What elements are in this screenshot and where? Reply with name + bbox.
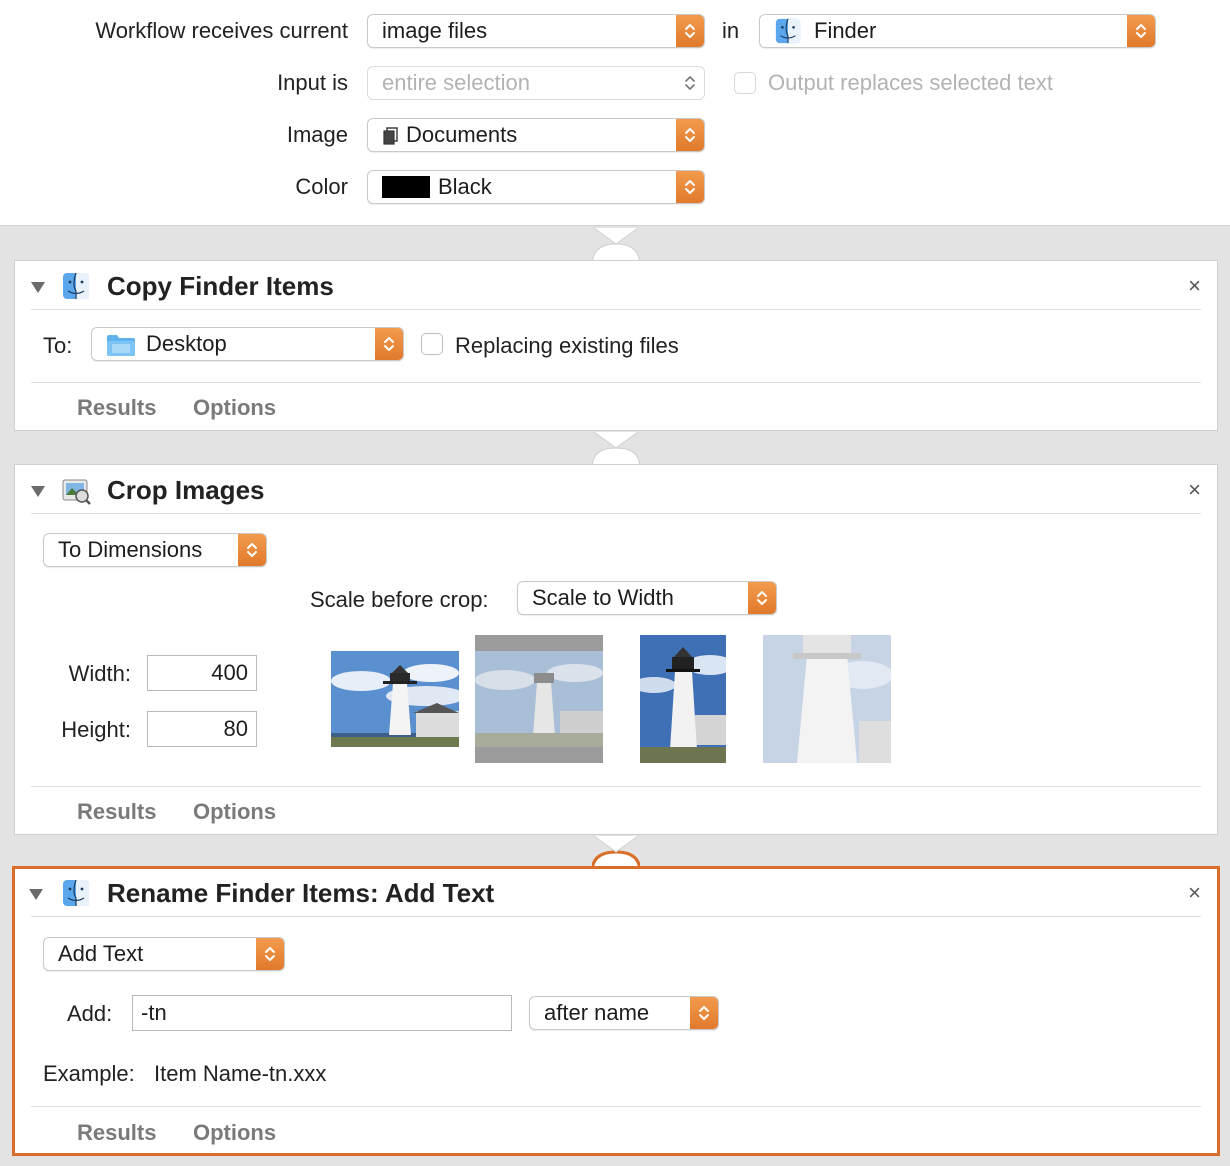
in-label: in: [722, 18, 740, 43]
crop-preview-cropped: [640, 635, 726, 763]
close-icon[interactable]: ×: [1188, 273, 1201, 299]
width-field[interactable]: 400: [147, 655, 257, 691]
chevron-updown-icon: [748, 582, 776, 614]
color-label: Color: [295, 174, 348, 199]
input-popup[interactable]: entire selection: [367, 66, 705, 100]
image-label: Image: [286, 122, 348, 147]
scale-popup[interactable]: Scale to Width: [517, 581, 777, 615]
scale-before-crop-label: Scale before crop:: [310, 587, 489, 612]
input-label: Input is: [277, 70, 348, 95]
divider: [31, 1106, 1201, 1107]
position-value: after name: [544, 1000, 650, 1025]
chevron-updown-icon: [676, 171, 704, 203]
disclosure-triangle-icon[interactable]: [29, 483, 47, 499]
height-field[interactable]: 80: [147, 711, 257, 747]
options-tab[interactable]: Options: [193, 395, 276, 421]
image-value: Documents: [406, 122, 518, 147]
output-replaces-checkbox[interactable]: [734, 72, 756, 94]
color-value: Black: [438, 174, 492, 199]
crop-mode-popup[interactable]: To Dimensions: [43, 533, 267, 567]
height-label: Height:: [61, 717, 131, 742]
action-title: Rename Finder Items: Add Text: [107, 878, 495, 908]
receives-value: image files: [382, 18, 488, 43]
to-label: To:: [43, 333, 73, 358]
chevron-updown-icon: [256, 938, 284, 970]
finder-icon: [61, 271, 91, 301]
width-label: Width:: [68, 661, 131, 686]
example-value: Item Name-tn.xxx: [154, 1061, 327, 1086]
chevron-updown-icon: [676, 119, 704, 151]
results-tab[interactable]: Results: [77, 395, 156, 421]
chevron-updown-icon: [1127, 15, 1155, 47]
chevron-updown-icon: [238, 534, 266, 566]
divider: [31, 513, 1201, 514]
destination-value: Desktop: [146, 331, 227, 356]
crop-preview-original: [331, 651, 459, 747]
rename-mode-value: Add Text: [58, 941, 144, 966]
scale-value: Scale to Width: [532, 585, 674, 610]
rename-finder-items-action: Rename Finder Items: Add Text × Add Text…: [12, 866, 1220, 1156]
crop-preview-result: [763, 635, 891, 763]
add-text-field[interactable]: -tn: [132, 995, 512, 1031]
divider: [31, 916, 1201, 917]
close-icon[interactable]: ×: [1188, 477, 1201, 503]
chevron-updown-icon: [676, 66, 705, 100]
disclosure-triangle-icon[interactable]: [29, 279, 47, 295]
output-replaces-label: Output replaces selected text: [768, 70, 1053, 95]
folder-icon: [106, 333, 136, 357]
disclosure-triangle-icon[interactable]: [27, 886, 45, 902]
finder-icon: [774, 17, 802, 45]
chevron-updown-icon: [676, 15, 704, 47]
position-popup[interactable]: after name: [529, 996, 719, 1030]
results-tab[interactable]: Results: [77, 799, 156, 825]
copy-finder-items-action: Copy Finder Items × To: Desktop Replacin…: [14, 260, 1218, 431]
workflow-settings: Workflow receives current image files in…: [0, 0, 1230, 226]
divider: [31, 309, 1201, 310]
application-value: Finder: [814, 18, 877, 43]
application-popup[interactable]: Finder: [759, 14, 1156, 48]
action-title: Crop Images: [107, 475, 265, 505]
chevron-updown-icon: [690, 997, 718, 1029]
receives-popup[interactable]: image files: [367, 14, 705, 48]
destination-popup[interactable]: Desktop: [91, 327, 404, 361]
divider: [31, 382, 1201, 383]
preview-icon: [62, 479, 91, 505]
example-label: Example:: [43, 1061, 135, 1086]
replacing-existing-label: Replacing existing files: [455, 333, 679, 358]
results-tab[interactable]: Results: [77, 1120, 156, 1146]
rename-mode-popup[interactable]: Add Text: [43, 937, 285, 971]
add-label: Add:: [67, 1001, 113, 1026]
close-icon[interactable]: ×: [1188, 880, 1201, 906]
input-value: entire selection: [382, 70, 530, 95]
divider: [31, 786, 1201, 787]
replacing-existing-checkbox[interactable]: [421, 333, 443, 355]
color-popup[interactable]: Black: [367, 170, 705, 204]
receives-label: Workflow receives current: [95, 18, 348, 43]
chevron-updown-icon: [375, 328, 403, 360]
crop-preview-scaled: [475, 635, 603, 763]
action-title: Copy Finder Items: [107, 271, 334, 301]
finder-icon: [61, 878, 91, 908]
options-tab[interactable]: Options: [193, 799, 276, 825]
image-popup[interactable]: Documents: [367, 118, 705, 152]
crop-images-action: Crop Images × To Dimensions Scale before…: [14, 464, 1218, 835]
documents-icon: [383, 127, 398, 145]
crop-mode-value: To Dimensions: [58, 537, 203, 562]
options-tab[interactable]: Options: [193, 1120, 276, 1146]
color-swatch: [382, 176, 430, 198]
